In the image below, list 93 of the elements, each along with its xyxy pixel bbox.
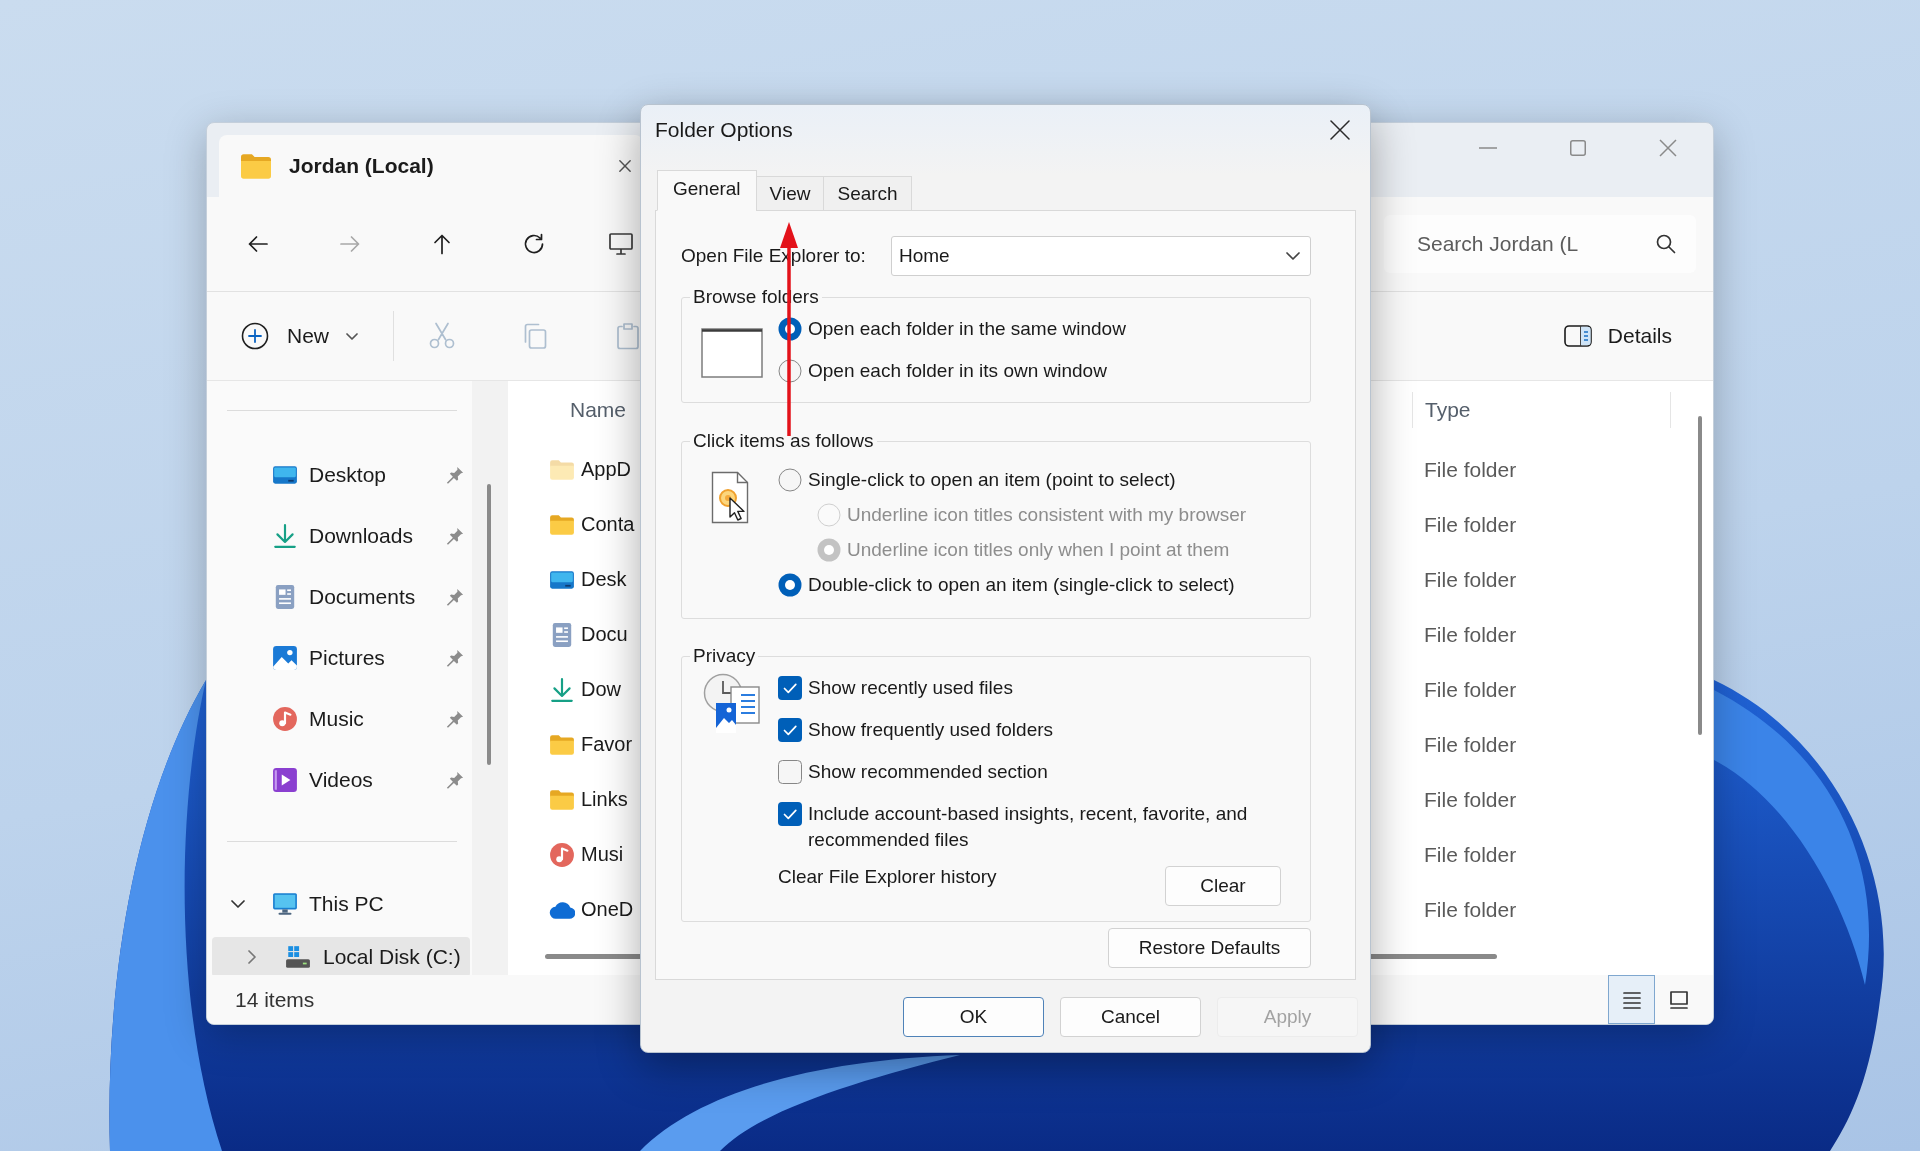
tab[interactable]: Search (823, 176, 912, 211)
plus-icon (241, 322, 269, 350)
chevron-down-icon[interactable] (231, 897, 245, 911)
checkbox[interactable] (778, 718, 802, 742)
picture-icon (272, 644, 298, 671)
file-type: File folder (1424, 897, 1517, 922)
file-type: File folder (1424, 842, 1517, 867)
monitor-icon (272, 891, 298, 917)
file-type: File folder (1424, 512, 1517, 537)
sidebar-item[interactable]: Pictures (207, 627, 472, 688)
history-label: Clear File Explorer history (778, 865, 997, 889)
tab[interactable]: View (755, 176, 825, 211)
checkbox-label[interactable]: Show frequently used folders (808, 717, 1054, 743)
file-name[interactable]: Desk (581, 568, 627, 591)
radio-button[interactable] (778, 359, 802, 383)
radio-label[interactable]: Open each folder in its own window (808, 360, 1107, 382)
details-pane-icon (1563, 325, 1592, 347)
chevron-down-icon (346, 332, 358, 340)
close-icon[interactable] (1330, 120, 1350, 140)
pin-icon[interactable] (446, 587, 464, 606)
column-header[interactable]: Name (570, 398, 627, 422)
radio-label[interactable]: Single-click to open an item (point to select) (808, 468, 1176, 491)
file-name[interactable]: Links (581, 788, 628, 811)
file-type: File folder (1424, 567, 1517, 592)
chevron-right-icon[interactable] (245, 950, 259, 964)
radio-button[interactable] (778, 317, 802, 341)
dropdown[interactable]: Home (891, 236, 1311, 276)
checkbox-label[interactable]: Include account-based insights, recent, favorite, and recommended files (808, 801, 1281, 853)
list-icon (1621, 989, 1642, 1010)
checkbox[interactable] (778, 802, 802, 826)
file-name[interactable]: Conta (581, 513, 635, 536)
radio-label[interactable]: Double-click to open an item (single-click to select) (808, 573, 1235, 596)
pin-icon[interactable] (446, 526, 464, 545)
details-view-button[interactable] (1608, 975, 1655, 1024)
close-icon[interactable] (619, 160, 631, 172)
file-name[interactable]: OneD (581, 898, 634, 921)
refresh-icon[interactable] (522, 232, 546, 256)
window-icon (701, 328, 763, 378)
dialog-button[interactable]: OK (903, 997, 1044, 1037)
sidebar-item[interactable]: Desktop (207, 444, 472, 505)
clock-document-icon (703, 673, 763, 735)
tree-item[interactable]: Local Disk (C:) (212, 937, 470, 977)
pin-icon[interactable] (446, 709, 464, 728)
radio-button[interactable] (778, 572, 802, 597)
restore-defaults-button[interactable]: Restore Defaults (1108, 928, 1311, 968)
video-icon (272, 766, 298, 793)
file-type: File folder (1424, 457, 1517, 482)
drive-icon (285, 944, 311, 970)
file-name[interactable]: Favor (581, 733, 633, 756)
group-label: Click items as follows (692, 430, 875, 452)
file-name[interactable]: AppD (581, 458, 632, 481)
file-name[interactable]: Dow (581, 678, 621, 701)
checkbox-label[interactable]: Show recommended section (808, 759, 1048, 785)
scrollbar-thumb[interactable] (1698, 416, 1702, 735)
checkbox[interactable] (778, 676, 802, 700)
clear-button[interactable]: Clear (1165, 866, 1281, 906)
radio-label[interactable]: Open each folder in the same window (808, 318, 1126, 340)
sidebar-item[interactable]: Documents (207, 566, 472, 627)
download-arrow-icon (272, 522, 298, 549)
sidebar-item[interactable]: Videos (207, 749, 472, 810)
scrollbar-thumb[interactable] (487, 484, 491, 765)
pin-icon[interactable] (446, 648, 464, 667)
item-count: 14 items (235, 987, 315, 1012)
pin-icon[interactable] (446, 465, 464, 484)
music-note-icon (272, 705, 298, 732)
monitor-icon[interactable] (609, 233, 633, 255)
search-icon[interactable] (1656, 234, 1676, 254)
radio-button[interactable] (778, 467, 802, 492)
sidebar-item[interactable]: Downloads (207, 505, 472, 566)
folder-icon (241, 153, 271, 179)
checkbox-label[interactable]: Show recently used files (808, 675, 1013, 701)
search-field[interactable]: Search Jordan (L (1384, 215, 1696, 273)
pin-icon[interactable] (446, 770, 464, 789)
maximize-icon[interactable] (1570, 140, 1586, 156)
new-button[interactable]: New (235, 311, 367, 361)
file-type: File folder (1424, 677, 1517, 702)
dialog-title: Folder Options (655, 118, 793, 142)
tile-icon (1668, 989, 1689, 1010)
checkbox[interactable] (778, 760, 802, 784)
sidebar-item[interactable]: Music (207, 688, 472, 749)
dialog-button[interactable]: Cancel (1060, 997, 1201, 1037)
group-label: Privacy (692, 645, 757, 667)
tree-item[interactable]: This PC (207, 881, 470, 927)
details-button[interactable]: Details (1563, 314, 1672, 358)
column-header[interactable]: Type (1425, 398, 1471, 422)
file-name[interactable]: Docu (581, 623, 628, 646)
tab[interactable]: General (657, 170, 757, 211)
file-type: File folder (1424, 787, 1517, 812)
file-name[interactable]: Musi (581, 843, 624, 866)
file-type: File folder (1424, 732, 1517, 757)
window-tab[interactable]: Jordan (Local) (219, 135, 643, 197)
chevron-down-icon (1286, 252, 1300, 260)
file-type: File folder (1424, 622, 1517, 647)
